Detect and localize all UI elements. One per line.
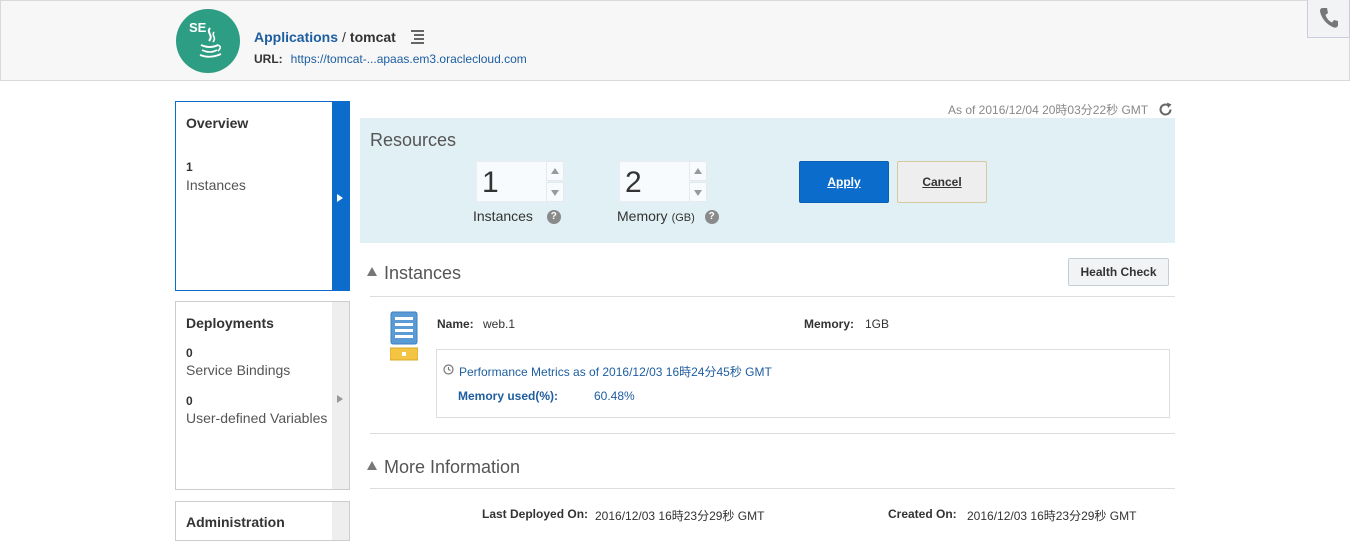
performance-metrics-link[interactable]: Performance Metrics as of 2016/12/03 16時… (459, 363, 772, 380)
nav-card-overview[interactable]: Overview 1 Instances (175, 101, 350, 291)
instance-name-value: web.1 (483, 317, 516, 331)
service-bindings-caption: Service Bindings (186, 362, 291, 378)
last-deployed-label: Last Deployed On: (482, 507, 589, 521)
nav-card-expander (332, 502, 349, 540)
memory-input[interactable]: 2 (619, 161, 691, 202)
memory-used-value: 60.48% (594, 389, 635, 403)
nav-card-deployments[interactable]: Deployments 0 Service Bindings 0 User-de… (175, 301, 350, 490)
memory-increment-button[interactable] (689, 161, 707, 181)
section-divider (370, 488, 1175, 489)
help-icon[interactable]: ? (546, 210, 561, 225)
section-divider (370, 296, 1175, 297)
java-cup-icon (199, 27, 222, 58)
nav-card-title: Deployments (186, 315, 274, 331)
collapse-triangle-icon[interactable] (367, 461, 377, 470)
health-check-button[interactable]: Health Check (1068, 258, 1169, 286)
instances-label-text: Instances (473, 208, 533, 224)
instances-count: 1 (186, 160, 193, 174)
instances-increment-button[interactable] (546, 161, 564, 181)
app-header: SE Applications / tomcat URL: https://tomca… (0, 0, 1350, 81)
section-divider (370, 433, 1175, 434)
more-info-section-title[interactable]: More Information (384, 457, 520, 478)
memory-unit: (GB) (671, 212, 695, 224)
instance-memory-value: 1GB (865, 317, 890, 331)
instances-decrement-button[interactable] (546, 182, 564, 202)
last-updated-timestamp: As of 2016/12/04 20時03分22秒 GMT (948, 103, 1149, 117)
instance-name-label: Name: (437, 317, 474, 331)
chevron-right-icon (337, 395, 343, 403)
refresh-icon[interactable] (1158, 102, 1173, 117)
memory-used-label: Memory used(%): (458, 389, 559, 403)
server-instance-icon (390, 311, 418, 361)
user-variables-count: 0 (186, 394, 193, 408)
nav-card-administration[interactable]: Administration (175, 501, 350, 541)
instances-stepper-label: Instances ? (473, 208, 561, 225)
java-se-logo: SE (176, 9, 240, 73)
url-label: URL: (254, 52, 283, 66)
help-icon[interactable]: ? (704, 210, 719, 225)
breadcrumb-current: tomcat (349, 29, 396, 45)
instances-input[interactable]: 1 (476, 161, 548, 202)
created-on-value: 2016/12/03 16時23分29秒 GMT (967, 509, 1137, 523)
created-on-label: Created On: (888, 507, 957, 521)
app-url-row: URL: https://tomcat-...apaas.em3.oraclecl… (254, 52, 527, 66)
instances-stepper[interactable]: 1 (476, 161, 564, 202)
nav-card-title: Overview (186, 115, 249, 131)
nav-card-expander (332, 102, 349, 290)
collapse-triangle-icon[interactable] (367, 267, 377, 276)
performance-metrics-box: Performance Metrics as of 2016/12/03 16時… (436, 349, 1170, 418)
last-deployed-value: 2016/12/03 16時23分29秒 GMT (595, 509, 765, 523)
phone-icon (1320, 8, 1338, 28)
breadcrumb-applications-link[interactable]: Applications (254, 29, 338, 45)
memory-stepper-label: Memory (GB) ? (617, 208, 719, 225)
chevron-right-icon (337, 194, 343, 202)
cancel-button[interactable]: Cancel (897, 161, 987, 203)
memory-label-text: Memory (617, 208, 668, 224)
app-menu-icon[interactable] (411, 29, 425, 45)
resources-title: Resources (370, 130, 457, 150)
service-bindings-count: 0 (186, 346, 193, 360)
instance-memory-label: Memory: (804, 317, 855, 331)
memory-stepper[interactable]: 2 (619, 161, 707, 202)
app-url-link[interactable]: https://tomcat-...apaas.em3.oraclecloud.… (291, 52, 527, 66)
contact-button[interactable] (1307, 0, 1350, 38)
nav-card-expander (332, 302, 349, 489)
breadcrumb-separator: / (342, 29, 346, 45)
resources-panel: Resources 1 Instances ? 2 Memory (GB) ? A… (360, 118, 1175, 243)
user-variables-caption: User-defined Variables (186, 410, 328, 426)
memory-decrement-button[interactable] (689, 182, 707, 202)
instances-section-title[interactable]: Instances (384, 263, 461, 284)
apply-button[interactable]: Apply (799, 161, 889, 203)
nav-card-title: Administration (186, 514, 285, 530)
instances-caption: Instances (186, 177, 246, 193)
breadcrumb: Applications / tomcat (254, 29, 396, 45)
clock-icon (443, 364, 454, 375)
